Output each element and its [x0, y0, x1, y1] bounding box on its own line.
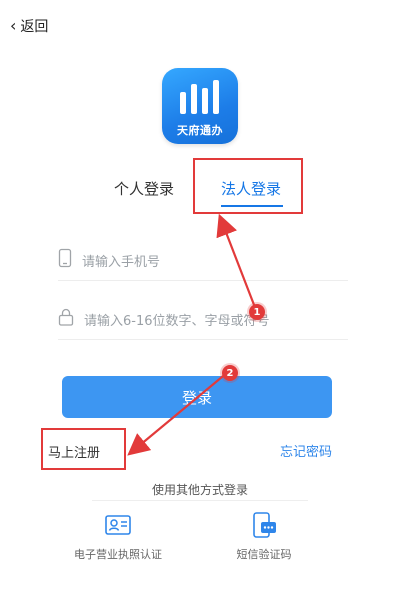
- app-logo: 天府通办: [162, 68, 238, 144]
- app-logo-text: 天府通办: [177, 124, 223, 137]
- phone-placeholder: 请输入手机号: [82, 254, 161, 270]
- logo-bar: [202, 88, 208, 114]
- annotation-marker-1: 1: [249, 304, 265, 320]
- business-license-label: 电子营业执照认证: [74, 548, 162, 561]
- forgot-password-link[interactable]: 忘记密码: [280, 441, 332, 460]
- logo-bar: [180, 92, 186, 114]
- password-placeholder: 请输入6-16位数字、字母或符号: [84, 313, 270, 329]
- chevron-left-icon: ‹: [10, 16, 17, 35]
- sms-code-label: 短信验证码: [236, 548, 292, 561]
- logo-bar: [213, 80, 219, 114]
- annotation-box-register: [41, 428, 126, 470]
- phone-input[interactable]: 请输入手机号: [58, 240, 348, 281]
- other-login-title: 使用其他方式登录: [151, 483, 248, 497]
- logo-bar: [191, 84, 197, 114]
- back-button[interactable]: ‹ 返回: [10, 16, 48, 36]
- password-input[interactable]: 请输入6-16位数字、字母或符号: [58, 299, 348, 340]
- sms-icon: [249, 510, 279, 540]
- annotation-marker-2: 2: [222, 365, 238, 381]
- divider: [92, 500, 308, 501]
- annotation-box-corporate-tab: [193, 158, 303, 214]
- license-card-icon: [103, 510, 133, 540]
- tab-personal-login[interactable]: 个人登录: [114, 178, 174, 199]
- back-label: 返回: [20, 19, 49, 35]
- business-license-login-option[interactable]: 电子营业执照认证: [58, 510, 178, 562]
- login-button[interactable]: 登录: [62, 376, 332, 418]
- lock-icon: [58, 308, 74, 330]
- phone-icon: [58, 248, 72, 272]
- sms-login-option[interactable]: 短信验证码: [204, 510, 324, 562]
